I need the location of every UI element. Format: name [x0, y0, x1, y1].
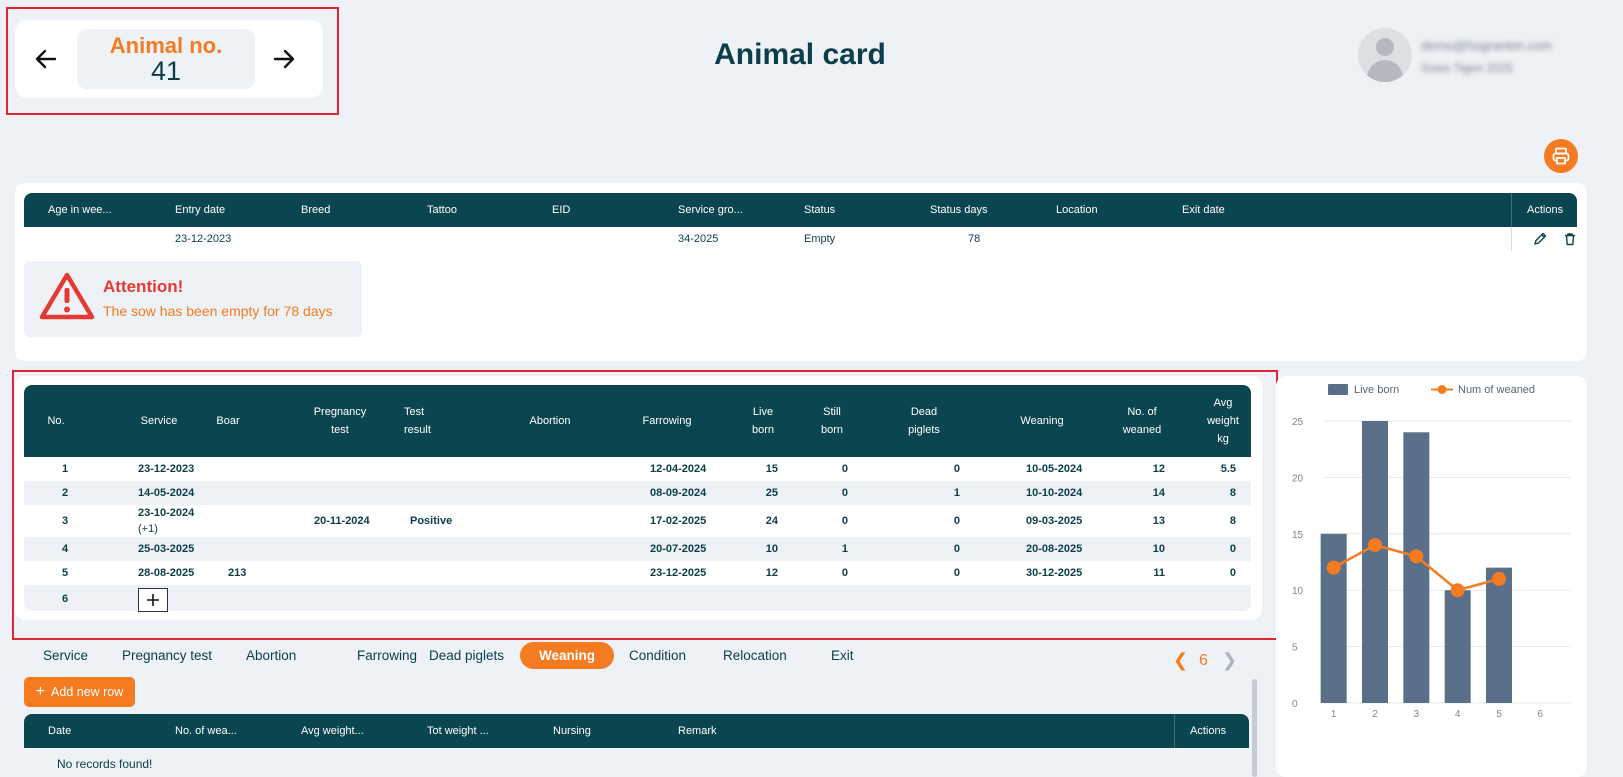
tab-condition[interactable]: Condition: [629, 648, 686, 663]
add-new-row-label: Add new row: [51, 685, 124, 699]
col-tattoo[interactable]: Tattoo: [427, 204, 457, 216]
bar-live-born: [1403, 432, 1430, 703]
alert-box: Attention! The sow has been empty for 78…: [24, 261, 362, 337]
col-location[interactable]: Location: [1056, 204, 1098, 216]
litter-chart: 0 5 10 15 20 25 1 2 3 4 5 6 Live born Num of weaned: [1292, 384, 1571, 720]
x-tick-label: 2: [1372, 709, 1378, 720]
legend-marker-num-weaned: [1437, 385, 1447, 394]
highlight-frame-litter-table: [12, 370, 1278, 640]
col-exit-date[interactable]: Exit date: [1182, 204, 1225, 216]
col-actions: Actions: [1527, 204, 1564, 216]
bar-live-born: [1486, 567, 1512, 703]
scrollbar[interactable]: [1252, 679, 1257, 777]
chevron-left-icon[interactable]: ❮: [1173, 650, 1188, 671]
table-row: 23-12-2023 34-2025 Empty 78: [24, 227, 1577, 251]
add-new-row-button[interactable]: + Add new row: [24, 677, 135, 707]
entry-date-cell: 23-12-2023: [175, 233, 232, 245]
printer-icon: [1552, 147, 1570, 165]
user-email: demo@hogrankin.com: [1421, 38, 1552, 53]
y-tick-label: 25: [1292, 417, 1304, 428]
col-breed[interactable]: Breed: [301, 204, 330, 216]
plus-icon: +: [35, 683, 46, 700]
pager-current: 6: [1199, 652, 1208, 669]
user-subtitle: Sows Tigen 2025: [1421, 61, 1514, 75]
col-remark[interactable]: Remark: [678, 725, 717, 737]
x-tick-label: 6: [1538, 709, 1544, 720]
col-status-days[interactable]: Status days: [930, 204, 987, 216]
col-num-weaned-short[interactable]: No. of wea...: [175, 725, 237, 737]
tab-weaning[interactable]: Weaning: [520, 642, 615, 669]
service-group-cell: 34-2025: [678, 233, 719, 245]
y-tick-label: 20: [1292, 473, 1304, 484]
col-entry-date[interactable]: Entry date: [175, 204, 225, 216]
tab-exit[interactable]: Exit: [831, 648, 854, 663]
col-date[interactable]: Date: [48, 725, 71, 737]
col-status[interactable]: Status: [804, 204, 835, 216]
legend-label-num-weaned: Num of weaned: [1458, 384, 1535, 396]
x-tick-label: 5: [1496, 709, 1502, 720]
col-age[interactable]: Age in wee...: [48, 204, 112, 216]
point-num-weaned: [1368, 538, 1382, 553]
weaning-table-header: Date No. of wea... Avg weight... Tot wei…: [24, 714, 1249, 748]
point-num-weaned: [1450, 583, 1465, 598]
x-tick-label: 4: [1455, 709, 1461, 720]
print-button[interactable]: [1544, 139, 1578, 173]
col-service-group[interactable]: Service gro...: [678, 204, 743, 216]
trash-icon[interactable]: [1563, 232, 1577, 246]
bar-live-born: [1320, 533, 1347, 703]
bar-live-born: [1444, 590, 1471, 703]
status-cell: Empty: [804, 233, 836, 245]
tab-service[interactable]: Service: [43, 648, 88, 663]
bar-live-born: [1362, 421, 1388, 703]
alert-title: Attention!: [103, 277, 184, 296]
page-title: Animal card: [714, 38, 886, 71]
tab-relocation[interactable]: Relocation: [723, 648, 787, 663]
tab-pregnancy-test[interactable]: Pregnancy test: [122, 648, 212, 663]
tab-farrowing[interactable]: Farrowing: [357, 648, 417, 663]
info-table-header: Age in wee... Entry date Breed Tattoo EI…: [24, 193, 1577, 227]
tab-abortion[interactable]: Abortion: [246, 648, 296, 663]
point-num-weaned: [1409, 549, 1424, 564]
y-tick-label: 15: [1292, 530, 1304, 541]
point-num-weaned: [1326, 560, 1341, 575]
col-avg-weight-short[interactable]: Avg weight...: [301, 725, 364, 737]
legend-label-live-born: Live born: [1354, 384, 1399, 396]
edit-icon[interactable]: [1533, 232, 1547, 246]
col-actions: Actions: [1190, 725, 1227, 737]
animal-info-card: Age in wee... Entry date Breed Tattoo EI…: [15, 183, 1587, 361]
highlight-frame-navigator: [6, 7, 339, 115]
col-total-weight[interactable]: Tot weight ...: [427, 725, 489, 737]
y-tick-label: 0: [1292, 699, 1298, 710]
chart-card: 0 5 10 15 20 25 1 2 3 4 5 6 Live born Num of weaned: [1276, 376, 1587, 777]
col-eid[interactable]: EID: [552, 204, 570, 216]
x-tick-label: 1: [1331, 709, 1337, 720]
chevron-right-icon[interactable]: ❯: [1222, 650, 1237, 671]
tab-dead-piglets[interactable]: Dead piglets: [429, 648, 504, 663]
status-days-cell: 78: [968, 233, 981, 245]
alert-text: The sow has been empty for 78 days: [103, 303, 333, 319]
col-nursing[interactable]: Nursing: [553, 725, 591, 737]
legend-swatch-live-born: [1328, 384, 1348, 395]
x-tick-label: 3: [1414, 709, 1420, 720]
empty-state-text: No records found!: [24, 748, 182, 777]
y-tick-label: 5: [1292, 643, 1298, 654]
warning-icon: [39, 272, 95, 320]
point-num-weaned: [1492, 571, 1506, 586]
avatar[interactable]: [1358, 28, 1412, 82]
y-tick-label: 10: [1292, 586, 1304, 597]
